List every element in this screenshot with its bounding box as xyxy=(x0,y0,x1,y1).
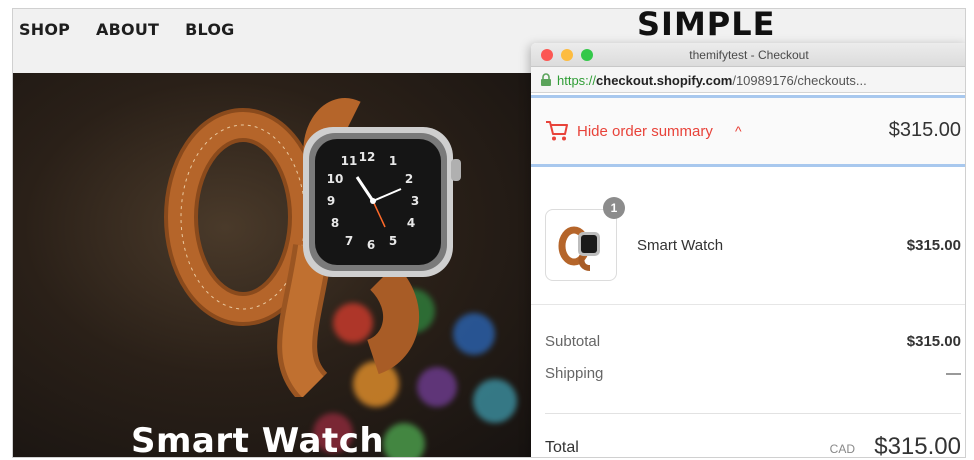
svg-text:11: 11 xyxy=(341,154,358,168)
currency-code: CAD xyxy=(829,442,855,456)
svg-text:7: 7 xyxy=(345,234,353,248)
totals-divider xyxy=(545,413,961,414)
total-label: Total xyxy=(545,439,579,456)
svg-text:5: 5 xyxy=(389,234,397,248)
svg-text:9: 9 xyxy=(327,194,335,208)
watch-thumbnail-icon xyxy=(558,226,600,271)
svg-text:1: 1 xyxy=(389,154,397,168)
subtotal-value: $315.00 xyxy=(906,333,961,350)
grand-total-row: Total CAD $315.00 xyxy=(545,433,961,458)
svg-text:10: 10 xyxy=(327,172,344,186)
page-frame: SHOP ABOUT BLOG SIMPLE 12 11 1 10 2 9 3 … xyxy=(12,8,966,458)
order-summary-toggle[interactable]: Hide order summary ^ $315.00 xyxy=(531,95,965,167)
subtotal-row: Subtotal $315.00 xyxy=(545,333,961,353)
window-title: themifytest - Checkout xyxy=(689,48,809,62)
product-thumbnail xyxy=(545,209,617,281)
nav-shop[interactable]: SHOP xyxy=(19,20,70,39)
url-path: /10989176/checkouts... xyxy=(732,73,867,88)
checkout-browser-window: themifytest - Checkout https://checkout.… xyxy=(531,43,965,458)
smart-watch-image: 12 11 1 10 2 9 3 8 4 7 5 6 xyxy=(164,98,461,397)
svg-text:2: 2 xyxy=(405,172,413,186)
shipping-label: Shipping xyxy=(545,365,604,382)
quantity-badge: 1 xyxy=(603,197,625,219)
address-bar[interactable]: https://checkout.shopify.com/10989176/ch… xyxy=(531,67,965,93)
line-item: 1 Smart Watch $315.00 xyxy=(531,167,965,305)
nav-about[interactable]: ABOUT xyxy=(96,20,159,39)
product-name: Smart Watch xyxy=(637,237,724,254)
svg-text:8: 8 xyxy=(331,216,339,230)
product-price: $315.00 xyxy=(906,237,961,254)
hide-order-summary-label[interactable]: Hide order summary xyxy=(577,123,713,140)
shipping-row: Shipping — xyxy=(545,365,961,385)
lock-icon xyxy=(541,73,551,86)
svg-text:12: 12 xyxy=(359,150,376,164)
cart-icon xyxy=(546,121,568,141)
subtotal-label: Subtotal xyxy=(545,333,601,350)
url-host: checkout.shopify.com xyxy=(596,73,733,88)
hero-title: Smart Watch xyxy=(131,421,385,458)
svg-text:3: 3 xyxy=(411,194,419,208)
shipping-value: — xyxy=(946,365,961,382)
svg-text:4: 4 xyxy=(407,216,415,230)
url-scheme: https:// xyxy=(557,73,597,88)
store-nav: SHOP ABOUT BLOG xyxy=(19,20,235,39)
hero-banner: 12 11 1 10 2 9 3 8 4 7 5 6 Smart Watch xyxy=(13,73,543,458)
nav-blog[interactable]: BLOG xyxy=(185,20,234,39)
summary-total: $315.00 xyxy=(888,119,961,141)
url-text[interactable]: https://checkout.shopify.com/10989176/ch… xyxy=(557,73,961,88)
store-logo[interactable]: SIMPLE xyxy=(637,9,776,43)
chevron-up-icon: ^ xyxy=(735,123,742,139)
window-titlebar: themifytest - Checkout xyxy=(531,43,965,67)
svg-text:6: 6 xyxy=(367,238,375,252)
total-value: $315.00 xyxy=(874,433,961,458)
